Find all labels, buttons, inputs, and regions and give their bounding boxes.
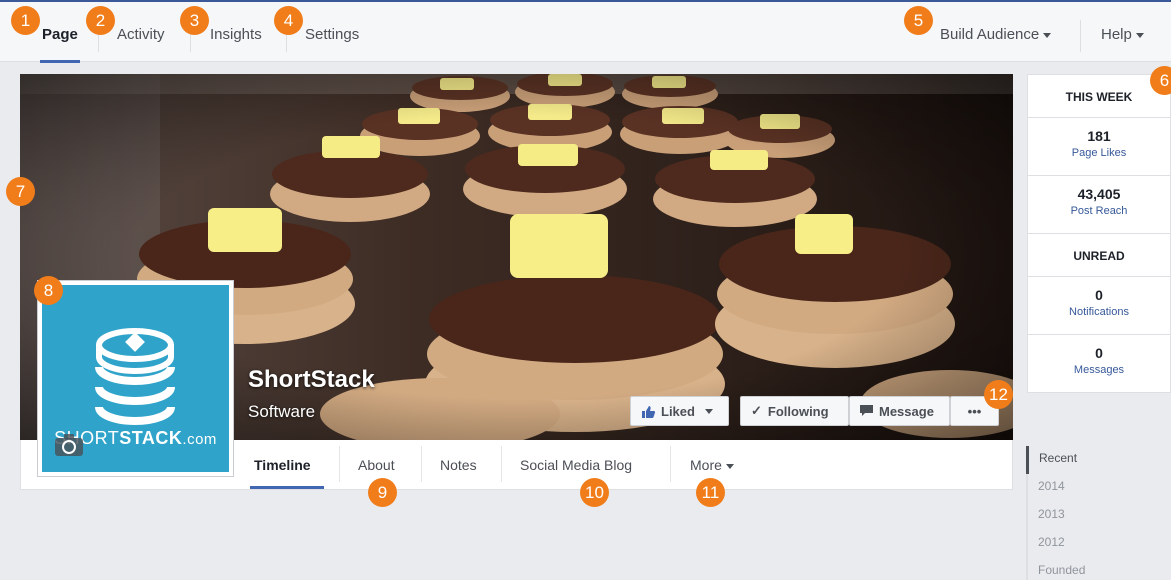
chevron-down-icon [1043, 32, 1052, 38]
year-item[interactable]: 2012 [1026, 530, 1171, 558]
callout-badge: 1 [11, 6, 40, 35]
page-likes-stat[interactable]: 181 Page Likes [1027, 117, 1171, 176]
notifications-count: 0 [1095, 287, 1103, 303]
callout-badge: 9 [368, 478, 397, 507]
tab-more-label: More [690, 457, 722, 473]
help-label: Help [1101, 26, 1132, 43]
tab-activity[interactable]: Activity [117, 26, 165, 43]
tab-more[interactable]: More [690, 457, 734, 473]
year-item[interactable]: 2014 [1026, 474, 1171, 502]
messages-count: 0 [1095, 345, 1103, 361]
timeline-year-nav: Recent 2014 2013 2012 Founded [1026, 446, 1171, 580]
page-title[interactable]: ShortStack [248, 366, 375, 394]
ellipsis-icon: ••• [967, 403, 982, 419]
message-button[interactable]: Message [849, 396, 950, 426]
tab-page[interactable]: Page [42, 26, 78, 43]
tab-social-media-blog[interactable]: Social Media Blog [520, 457, 632, 473]
build-audience-menu[interactable]: Build Audience [940, 26, 1052, 43]
callout-badge: 12 [984, 380, 1013, 409]
message-label: Message [879, 403, 934, 419]
divider [501, 446, 502, 482]
liked-button[interactable]: Liked [630, 396, 729, 426]
admin-nav-bar: Page Activity Insights Settings Build Au… [0, 0, 1171, 63]
tab-timeline[interactable]: Timeline [254, 457, 311, 473]
callout-badge: 7 [6, 177, 35, 206]
post-reach-label: Post Reach [1070, 205, 1128, 217]
callout-badge: 6 [1150, 66, 1171, 95]
page-stats-sidebar: THIS WEEK 181 Page Likes 43,405 Post Rea… [1027, 74, 1171, 393]
message-icon [860, 405, 873, 416]
camera-icon[interactable] [54, 433, 84, 457]
checkmark-icon: ✓ [751, 403, 762, 418]
tab-notes[interactable]: Notes [440, 457, 477, 473]
messages-stat[interactable]: 0 Messages [1027, 334, 1171, 393]
callout-badge: 3 [180, 6, 209, 35]
callout-badge: 10 [580, 478, 609, 507]
unread-header: UNREAD [1027, 233, 1171, 277]
profile-picture[interactable]: SHORTSTACK.com [37, 280, 234, 477]
chevron-down-icon [1135, 32, 1144, 38]
year-item[interactable]: 2013 [1026, 502, 1171, 530]
tab-page-underline [40, 60, 80, 63]
divider [339, 446, 340, 482]
year-item[interactable]: Recent [1026, 446, 1171, 474]
tab-insights[interactable]: Insights [210, 26, 262, 43]
post-reach-count: 43,405 [1077, 186, 1121, 202]
chevron-down-icon [704, 408, 713, 414]
callout-badge: 2 [86, 6, 115, 35]
callout-badge: 4 [274, 6, 303, 35]
notifications-label: Notifications [1069, 306, 1129, 318]
page-category[interactable]: Software [248, 402, 315, 422]
following-label: Following [767, 403, 829, 419]
help-menu[interactable]: Help [1101, 26, 1144, 43]
page-likes-label: Page Likes [1071, 147, 1127, 159]
thumbs-up-icon [642, 405, 655, 418]
tab-settings[interactable]: Settings [305, 26, 359, 43]
divider [670, 446, 671, 482]
notifications-stat[interactable]: 0 Notifications [1027, 276, 1171, 335]
divider [421, 446, 422, 482]
chevron-down-icon [725, 463, 734, 469]
callout-badge: 5 [904, 6, 933, 35]
build-audience-label: Build Audience [940, 26, 1040, 43]
liked-label: Liked [661, 403, 695, 419]
tab-timeline-underline [250, 486, 324, 489]
page-likes-count: 181 [1087, 128, 1111, 144]
callout-badge: 11 [696, 478, 725, 507]
stack-logo-icon [95, 328, 175, 425]
shortstack-logo: SHORTSTACK.com [42, 285, 229, 472]
post-reach-stat[interactable]: 43,405 Post Reach [1027, 175, 1171, 234]
messages-label: Messages [1073, 364, 1125, 376]
divider [1080, 20, 1081, 52]
callout-badge: 8 [34, 276, 63, 305]
year-item[interactable]: Founded [1026, 558, 1171, 580]
following-button[interactable]: ✓ Following [740, 396, 849, 426]
tab-about[interactable]: About [358, 457, 395, 473]
